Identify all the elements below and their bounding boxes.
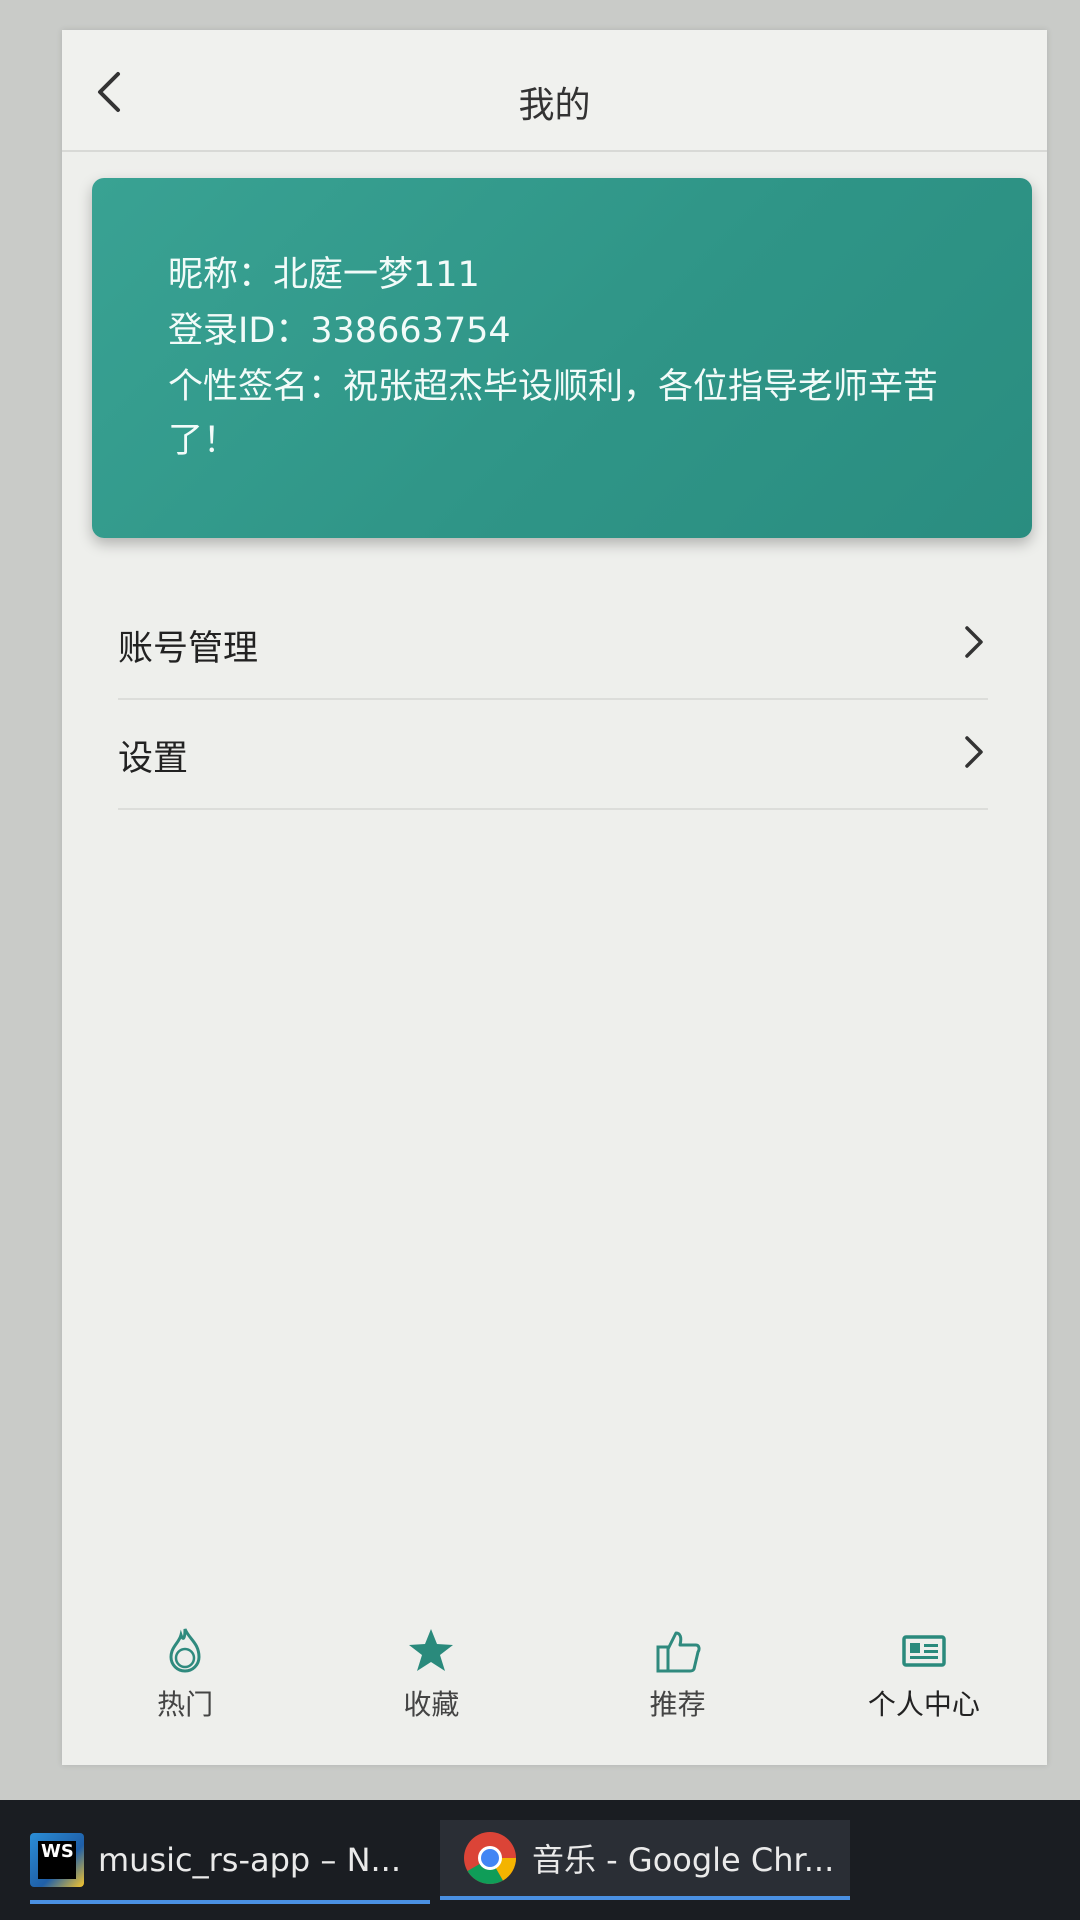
app-window: 我的 昵称：北庭一梦111 登录ID：338663754 个性签名：祝张超杰毕设… bbox=[62, 30, 1047, 1765]
nickname-text: 昵称：北庭一梦111 bbox=[168, 255, 480, 295]
chrome-icon bbox=[464, 1832, 516, 1884]
signature-text: 个性签名：祝张超杰毕设顺利，各位指导老师辛苦了！ bbox=[168, 367, 939, 461]
tab-hot[interactable]: 热门 bbox=[62, 1625, 308, 1745]
top-nav-bar: 我的 bbox=[62, 30, 1047, 152]
menu-item-account-management[interactable]: 账号管理 bbox=[118, 590, 988, 700]
tab-label: 推荐 bbox=[649, 1688, 706, 1721]
tab-recommend[interactable]: 推荐 bbox=[555, 1625, 801, 1745]
tab-favorites[interactable]: 收藏 bbox=[308, 1625, 554, 1745]
tab-label: 个人中心 bbox=[867, 1688, 980, 1721]
login-id-text: 登录ID：338663754 bbox=[168, 311, 511, 351]
chevron-right-icon bbox=[965, 736, 983, 768]
chevron-right-icon bbox=[965, 626, 983, 658]
tab-personal-center[interactable]: 个人中心 bbox=[801, 1625, 1047, 1745]
thumbs-up-icon bbox=[656, 1631, 701, 1673]
hot-icon bbox=[169, 1628, 201, 1673]
taskbar-item-label: 音乐 - Google Chr... bbox=[532, 1841, 835, 1879]
taskbar-item-label: music_rs-app – N... bbox=[98, 1841, 402, 1879]
webstorm-icon: WS bbox=[30, 1833, 84, 1887]
tab-label: 收藏 bbox=[403, 1688, 460, 1721]
menu-item-settings[interactable]: 设置 bbox=[118, 700, 988, 810]
page-title: 我的 bbox=[518, 85, 591, 126]
star-icon bbox=[409, 1629, 454, 1671]
taskbar-item-webstorm[interactable]: WS music_rs-app – N... bbox=[30, 1820, 430, 1904]
settings-menu: 账号管理 设置 bbox=[118, 590, 988, 810]
os-taskbar: WS music_rs-app – N... 音乐 - Google Chr..… bbox=[0, 1800, 1080, 1920]
menu-item-label: 设置 bbox=[118, 739, 189, 779]
taskbar-item-chrome[interactable]: 音乐 - Google Chr... bbox=[440, 1820, 850, 1900]
tab-label: 热门 bbox=[157, 1688, 214, 1721]
menu-item-label: 账号管理 bbox=[118, 629, 259, 669]
id-card-icon bbox=[902, 1635, 946, 1667]
profile-card: 昵称：北庭一梦111 登录ID：338663754 个性签名：祝张超杰毕设顺利，… bbox=[92, 178, 1032, 538]
bottom-tab-bar: 热门 收藏 推荐 个人中心 bbox=[62, 1625, 1047, 1745]
